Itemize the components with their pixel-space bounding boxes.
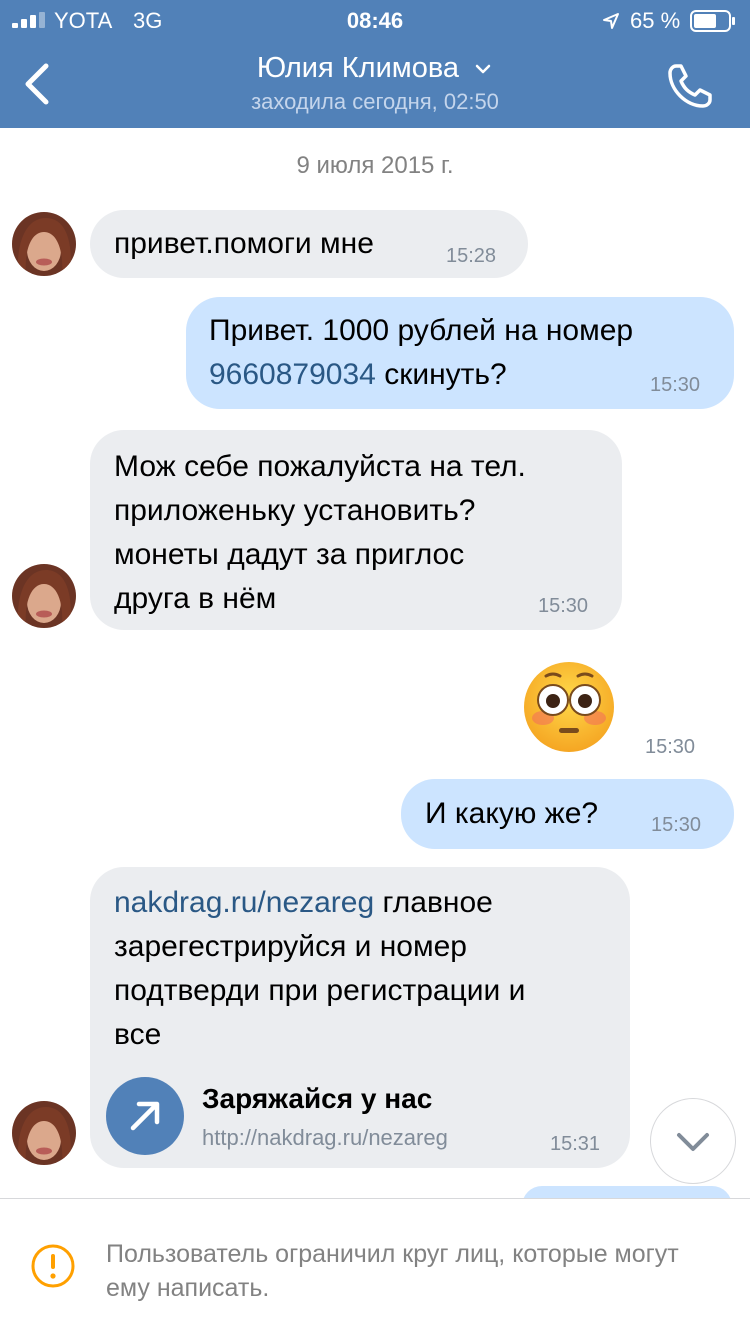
message-text-before: Привет. 1000 рублей на номер [209, 314, 634, 347]
date-separator: 9 июля 2015 г. [296, 152, 454, 179]
avatar[interactable] [12, 1101, 76, 1165]
restriction-message: Пользователь ограничил круг лиц, которые… [106, 1240, 679, 1302]
message-time: 15:30 [538, 595, 589, 617]
message-time: 15:31 [550, 1133, 601, 1155]
message-text: привет.помоги мне [114, 227, 374, 260]
avatar-photo [12, 212, 76, 276]
battery-percent: 65 % [630, 8, 681, 33]
message-time: 15:30 [651, 814, 702, 836]
link-preview-url: http://nakdrag.ru/nezareg [202, 1125, 448, 1150]
avatar-photo [12, 1101, 76, 1165]
message-text: И какую же? [425, 797, 599, 830]
last-seen-status: заходила сегодня, 02:50 [251, 89, 499, 114]
message-bubble-incoming[interactable]: привет.помоги мне 15:28 [90, 210, 528, 278]
message-time: 15:30 [650, 374, 701, 396]
phone-number-link[interactable]: 9660879034 [209, 358, 376, 391]
restriction-footer: Пользователь ограничил круг лиц, которые… [0, 1198, 750, 1334]
contact-name: Юлия Климова [256, 52, 460, 84]
message-text: nakdrag.ru/nezareg главное зарегестрируй… [114, 881, 624, 1057]
chat-header: YOTA 3G 08:46 65 % Юлия Климова заходила… [0, 0, 750, 128]
contact-name-button[interactable]: Юлия Климова [0, 52, 750, 85]
url-link[interactable]: nakdrag.ru/nezareg [114, 886, 374, 919]
battery-icon [690, 10, 735, 32]
link-preview-thumbnail [106, 1077, 184, 1155]
scroll-to-bottom-button[interactable] [650, 1098, 736, 1184]
phone-call-icon[interactable] [664, 60, 716, 112]
warning-icon [31, 1244, 75, 1288]
external-link-arrow-icon [130, 1101, 160, 1131]
chevron-down-icon [677, 1133, 709, 1151]
chevron-down-icon [475, 65, 491, 74]
message-bubble-incoming[interactable]: Мож себе пожалуйста на тел. приложеньку … [90, 430, 622, 630]
message-time: 15:28 [446, 245, 497, 267]
avatar-photo [12, 564, 76, 628]
message-bubble-outgoing[interactable]: Привет. 1000 рублей на номер 9660879034 … [186, 297, 734, 409]
avatar[interactable] [12, 564, 76, 628]
message-time: 15:30 [645, 736, 696, 758]
message-text: Привет. 1000 рублей на номер 9660879034 … [209, 309, 719, 397]
flushed-face-emoji-icon[interactable] [522, 660, 616, 754]
link-preview-title: Заряжайся у нас [202, 1083, 433, 1114]
message-bubble-outgoing[interactable]: И какую же? 15:30 [401, 779, 734, 849]
message-bubble-incoming[interactable]: nakdrag.ru/nezareg главное зарегестрируй… [90, 867, 630, 1168]
avatar[interactable] [12, 212, 76, 276]
link-preview-card[interactable]: Заряжайся у нас http://nakdrag.ru/nezare… [106, 1077, 596, 1157]
message-text-after: скинуть? [375, 358, 507, 391]
location-arrow-icon [603, 13, 619, 29]
status-bar: YOTA 3G 08:46 65 % [0, 0, 750, 40]
